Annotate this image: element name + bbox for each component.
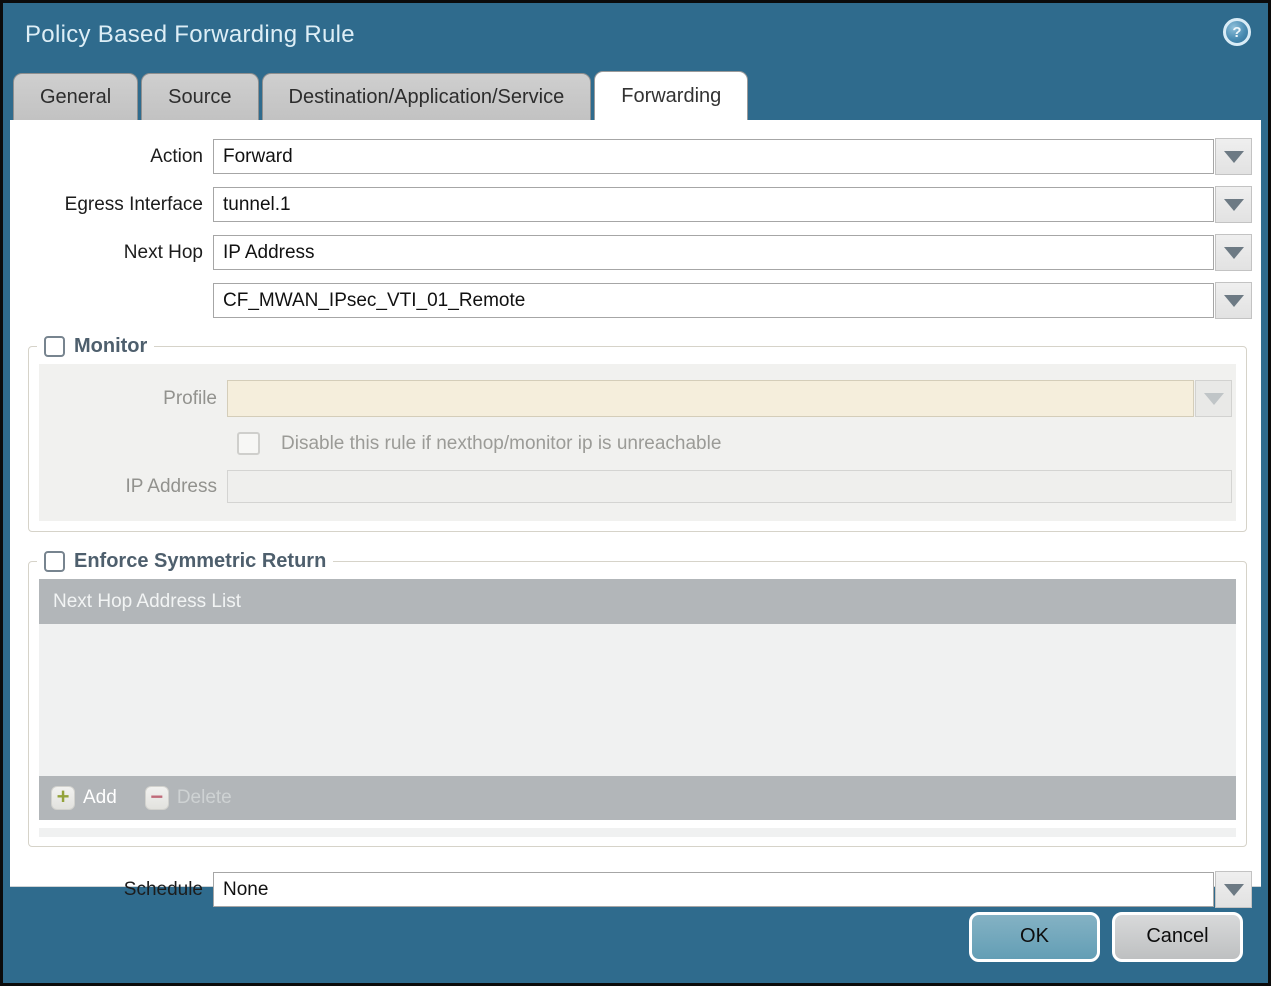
egress-interface-label: Egress Interface	[64, 193, 203, 215]
profile-dropdown-button	[1195, 380, 1232, 417]
disable-rule-label: Disable this rule if nexthop/monitor ip …	[281, 432, 722, 454]
chevron-down-icon	[1223, 294, 1244, 307]
egress-interface-row: Egress Interface tunnel.1	[10, 186, 1261, 223]
next-hop-row: Next Hop IP Address	[10, 234, 1261, 271]
ok-button[interactable]: OK	[969, 911, 1100, 962]
tab-strip: General Source Destination/Application/S…	[3, 66, 1268, 120]
enforce-legend: Enforce Symmetric Return	[37, 550, 333, 573]
egress-interface-select[interactable]: tunnel.1	[213, 187, 1214, 222]
help-icon[interactable]: ?	[1223, 18, 1251, 46]
question-mark-glyph: ?	[1232, 23, 1242, 41]
monitor-checkbox[interactable]	[44, 336, 65, 357]
monitor-ip-address-input	[227, 470, 1232, 503]
enforce-symmetric-return-checkbox[interactable]	[44, 551, 65, 572]
schedule-label: Schedule	[123, 878, 203, 900]
monitor-panel: Profile Disable this rule if nexthop/mon…	[39, 364, 1236, 521]
action-label: Action	[150, 145, 203, 167]
minus-glyph: −	[150, 783, 164, 809]
tab-forwarding[interactable]: Forwarding	[594, 71, 749, 120]
monitor-legend: Monitor	[37, 335, 154, 358]
schedule-select[interactable]: None	[213, 872, 1214, 907]
monitor-ip-address-label: IP Address	[125, 475, 217, 497]
profile-row: Profile	[39, 380, 1232, 417]
forwarding-tab-panel: Action Forward Egress Interface tunnel.1…	[10, 120, 1261, 908]
next-hop-address-list-header: Next Hop Address List	[39, 579, 1236, 624]
tab-source[interactable]: Source	[141, 73, 259, 120]
tab-general[interactable]: General	[13, 73, 139, 120]
next-hop-address-list-table: Next Hop Address List + Add − Delete	[39, 579, 1236, 820]
dialog-title: Policy Based Forwarding Rule	[25, 20, 355, 48]
minus-icon: −	[144, 783, 169, 810]
action-dropdown-button[interactable]	[1215, 138, 1252, 175]
enforce-symmetric-return-title: Enforce Symmetric Return	[74, 550, 327, 572]
plus-icon: +	[51, 786, 75, 810]
chevron-down-icon	[1223, 246, 1244, 259]
pbf-rule-dialog: Policy Based Forwarding Rule ? General S…	[0, 0, 1271, 986]
next-hop-address-list-body[interactable]	[39, 624, 1236, 776]
next-hop-address-row: CF_MWAN_IPsec_VTI_01_Remote	[10, 282, 1261, 319]
chevron-down-icon	[1223, 198, 1244, 211]
delete-button: − Delete	[144, 783, 232, 810]
egress-interface-dropdown-button[interactable]	[1215, 186, 1252, 223]
enforce-symmetric-return-section: Enforce Symmetric Return Next Hop Addres…	[28, 550, 1247, 847]
schedule-row: Schedule None	[10, 871, 1261, 908]
plus-glyph: +	[56, 784, 70, 809]
next-hop-address-select[interactable]: CF_MWAN_IPsec_VTI_01_Remote	[213, 283, 1214, 318]
monitor-section: Monitor Profile Disable this rule if nex…	[28, 335, 1247, 532]
delete-button-label: Delete	[176, 787, 232, 808]
disable-rule-row: Disable this rule if nexthop/monitor ip …	[237, 432, 1232, 455]
next-hop-label: Next Hop	[123, 241, 203, 263]
chevron-down-icon	[1223, 883, 1244, 896]
monitor-section-title: Monitor	[74, 335, 148, 357]
action-row: Action Forward	[10, 138, 1261, 175]
next-hop-address-list-toolbar: + Add − Delete	[39, 776, 1236, 820]
chevron-down-icon	[1223, 150, 1244, 163]
next-hop-type-select[interactable]: IP Address	[213, 235, 1214, 270]
chevron-down-icon	[1203, 392, 1224, 405]
add-button[interactable]: + Add	[51, 786, 117, 810]
tab-destination-application-service[interactable]: Destination/Application/Service	[261, 73, 592, 120]
add-button-label: Add	[83, 787, 117, 808]
dialog-titlebar: Policy Based Forwarding Rule ?	[3, 3, 1268, 66]
disable-rule-checkbox	[237, 432, 260, 455]
profile-select[interactable]	[227, 380, 1194, 417]
cancel-button[interactable]: Cancel	[1112, 911, 1243, 962]
monitor-ip-address-row: IP Address	[39, 470, 1232, 503]
table-bottom-strip	[39, 828, 1236, 837]
action-select[interactable]: Forward	[213, 139, 1214, 174]
profile-label: Profile	[163, 387, 217, 409]
next-hop-address-dropdown-button[interactable]	[1215, 282, 1252, 319]
schedule-dropdown-button[interactable]	[1215, 871, 1252, 908]
next-hop-type-dropdown-button[interactable]	[1215, 234, 1252, 271]
